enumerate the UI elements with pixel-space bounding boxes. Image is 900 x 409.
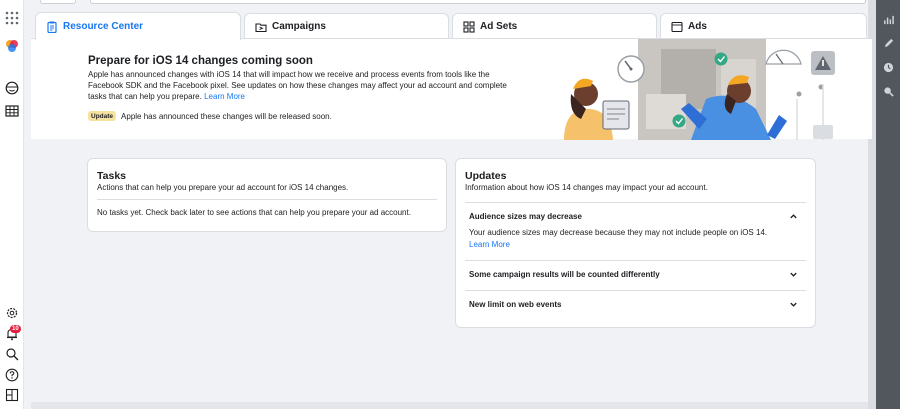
ios14-illustration [564,39,835,140]
bottom-strip [31,402,868,409]
updates-subtitle: Information about how iOS 14 changes may… [465,183,708,192]
ios14-banner: Prepare for iOS 14 changes coming soon A… [31,38,872,140]
clipboard-icon [46,21,58,33]
tasks-empty-message: No tasks yet. Check back later to see ac… [97,208,411,217]
apps-grid-icon[interactable] [4,10,20,26]
grid-icon [463,20,475,33]
tasks-card: Tasks Actions that can help you prepare … [87,158,447,232]
accordion-web-events[interactable]: New limit on web events [469,300,802,309]
bar-chart-icon[interactable] [881,12,895,26]
tab-label: Ad Sets [480,21,518,32]
accordion-title: New limit on web events [469,300,562,309]
chevron-down-icon [790,302,797,307]
update-text: Apple has announced these changes will b… [121,111,332,121]
search-icon[interactable] [4,346,20,362]
chevron-up-icon [790,214,797,219]
chevron-down-icon [790,272,797,277]
update-badge: Update [88,111,117,121]
settings-icon[interactable] [4,305,20,321]
tab-label: Campaigns [272,21,326,32]
updates-card: Updates Information about how iOS 14 cha… [455,158,816,328]
zoom-icon[interactable] [881,84,895,98]
table-icon[interactable] [4,103,20,119]
divider [465,260,806,261]
update-notice: Update Apple has announced these changes… [88,111,332,121]
banner-text: Apple has announced changes with iOS 14 … [88,70,507,102]
clock-icon[interactable] [881,60,895,74]
pencil-icon[interactable] [881,36,895,50]
tasks-subtitle: Actions that can help you prepare your a… [97,183,349,192]
accordion-title: Some campaign results will be counted di… [469,270,660,279]
business-logo-icon[interactable] [4,38,20,54]
ad-icon [671,21,683,33]
tab-campaigns[interactable]: Campaigns [244,13,449,39]
banner-description: Apple has announced changes with iOS 14 … [88,69,508,103]
divider [465,202,806,203]
updates-title: Updates [465,170,507,182]
tab-ads[interactable]: Ads [660,13,867,39]
tab-ad-sets[interactable]: Ad Sets [452,13,657,39]
tab-label: Ads [688,21,707,32]
top-control-right[interactable] [90,0,866,4]
tab-label: Resource Center [63,21,144,32]
right-rail [876,0,900,409]
banner-title: Prepare for iOS 14 changes coming soon [88,55,313,67]
accordion-audience-sizes[interactable]: Audience sizes may decrease [469,212,802,221]
left-navigation: 10 [0,0,24,409]
reports-icon[interactable] [4,387,20,403]
accordion-body: Your audience sizes may decrease because… [469,227,789,251]
divider [97,199,437,200]
tasks-title: Tasks [97,170,126,182]
divider [465,290,806,291]
help-icon[interactable] [4,367,20,383]
banner-learn-more-link[interactable]: Learn More [204,92,245,101]
updates-learn-more-link[interactable]: Learn More [469,240,510,249]
folder-icon [255,21,267,33]
tab-resource-center[interactable]: Resource Center [35,12,241,40]
face-icon[interactable] [4,80,20,96]
accordion-body-text: Your audience sizes may decrease because… [469,228,768,237]
accordion-title: Audience sizes may decrease [469,212,582,221]
notification-count-badge: 10 [10,325,21,333]
accordion-campaign-results[interactable]: Some campaign results will be counted di… [469,270,802,279]
top-control-left[interactable] [40,0,76,4]
